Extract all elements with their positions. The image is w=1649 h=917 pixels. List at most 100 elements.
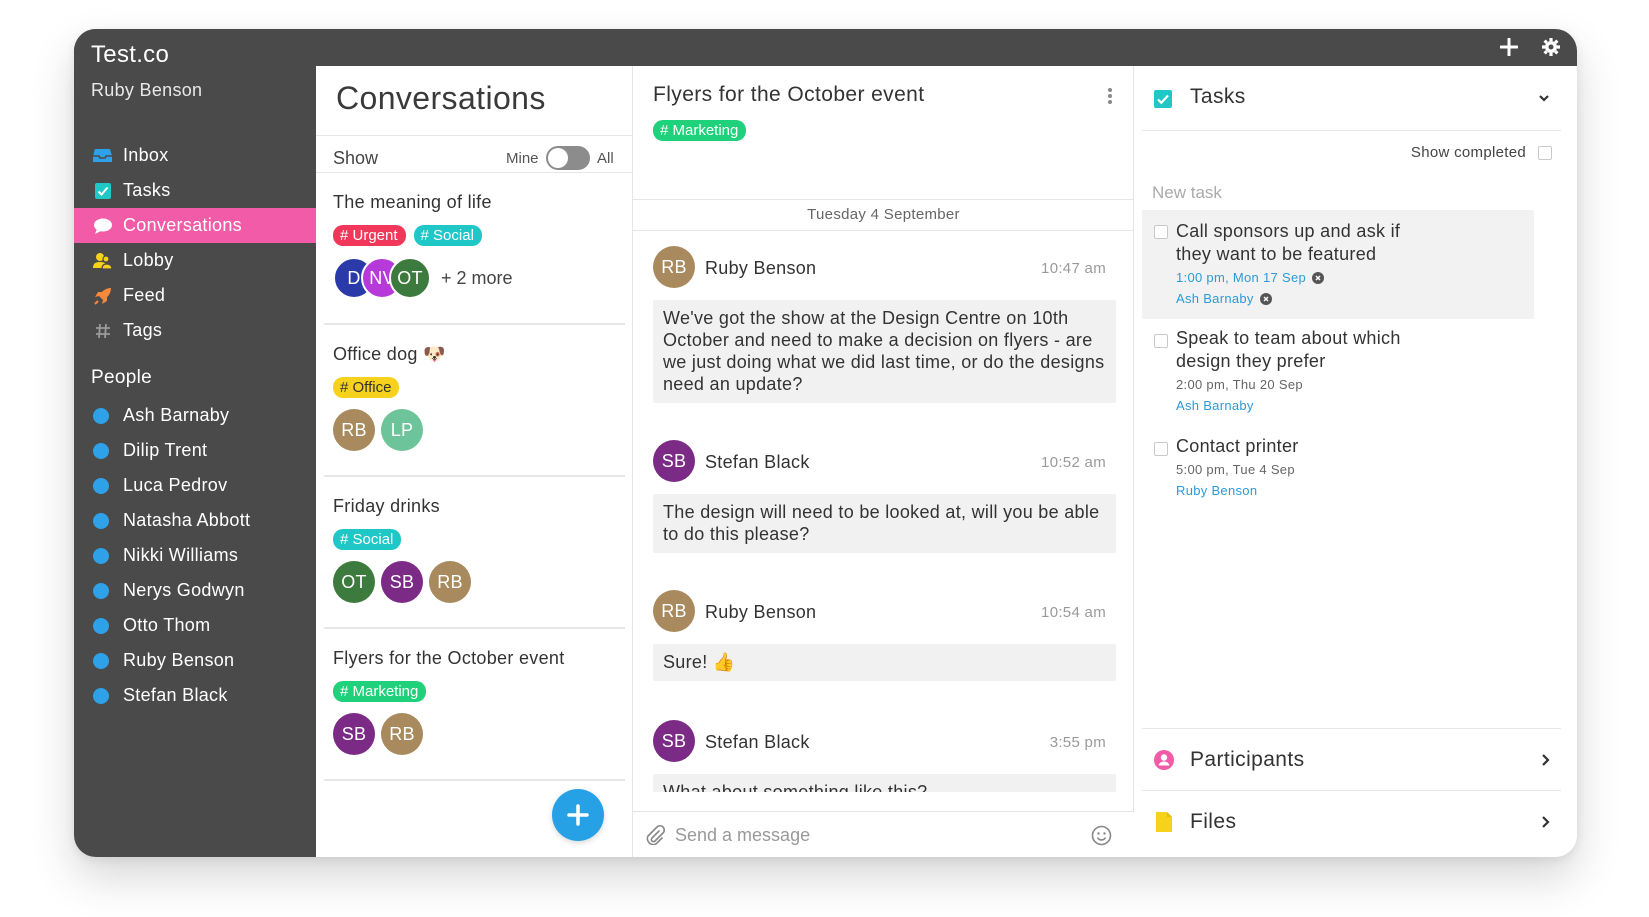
person-name: Ruby Benson [123,650,235,670]
tag-badge[interactable]: # Social [413,225,482,246]
tag-list: # Social [333,529,402,550]
task-checkbox[interactable] [1154,334,1168,348]
files-label: Files [1190,809,1237,833]
message-input[interactable] [675,822,1075,848]
person-icon [1154,749,1174,770]
task-checkbox[interactable] [1154,225,1168,239]
tag-badge[interactable]: # Marketing [333,681,427,702]
person-item[interactable]: Luca Pedrov [74,468,316,503]
plus-icon[interactable] [1497,35,1521,59]
task-title: Contact printer [1176,436,1299,456]
person-item[interactable]: Ash Barnaby [74,398,316,433]
task-assignee-text[interactable]: Ash Barnaby [1176,291,1254,306]
show-completed-checkbox[interactable] [1538,145,1552,160]
show-label: Show [333,148,379,168]
participants-row[interactable]: Participants [1142,728,1561,790]
toggle-all-label: All [597,150,614,167]
chevron-right-icon [1539,753,1551,767]
task-assignee: Ruby Benson [1176,483,1524,498]
new-conversation-button[interactable] [552,789,604,841]
person-item[interactable]: Nikki Williams [74,538,316,573]
message-time: 10:54 am [1041,604,1106,621]
sidebar-item-label: Inbox [123,145,169,165]
task-due-text: 5:00 pm, Tue 4 Sep [1176,462,1295,477]
conversation-item[interactable]: Friday drinks # Social OT SB RB [324,477,625,629]
files-row[interactable]: Files [1142,790,1561,852]
show-filter-row: Show Mine All [316,135,633,173]
avatar: SB [653,720,695,762]
participant-avatars: RB LP [333,409,429,451]
task-checkbox[interactable] [1154,442,1168,456]
tasks-header[interactable]: Tasks [1142,66,1561,131]
tag-badge[interactable]: # Urgent [333,225,406,246]
thread-title: Flyers for the October event [653,83,925,106]
paperclip-icon[interactable] [645,824,666,846]
avatar: OT [389,257,431,299]
mine-all-toggle[interactable] [546,146,590,170]
task-item[interactable]: Contact printer 5:00 pm, Tue 4 Sep Ruby … [1142,427,1534,517]
task-assignee: Ash Barnaby [1176,291,1524,306]
task-item[interactable]: Call sponsors up and ask if they want to… [1142,210,1534,319]
message-header: SB Stefan Black 3:55 pm [653,720,1116,764]
tag-badge[interactable]: # Marketing [653,120,747,141]
date-divider: Tuesday 4 September [633,199,1134,231]
people-icon [93,251,112,270]
show-completed-toggle[interactable]: Show completed [1411,144,1552,161]
sidebar-item-tags[interactable]: Tags [74,313,316,348]
presence-dot [93,547,109,564]
avatar: LP [381,409,423,451]
person-name: Stefan Black [123,685,228,705]
message-header: RB Ruby Benson 10:47 am [653,246,1116,290]
sidebar-item-feed[interactable]: Feed [74,278,316,313]
task-item[interactable]: Speak to team about which design they pr… [1142,319,1534,427]
presence-dot [93,687,109,704]
hash-icon [93,321,112,340]
task-assignee-text[interactable]: Ash Barnaby [1176,398,1254,413]
sidebar-item-inbox[interactable]: Inbox [74,138,316,173]
message-body: We've got the show at the Design Centre … [653,300,1116,403]
person-item[interactable]: Nerys Godwyn [74,573,316,608]
presence-dot [93,582,109,599]
message-composer [633,811,1134,857]
person-item[interactable]: Stefan Black [74,678,316,713]
task-assignee: Ash Barnaby [1176,398,1524,413]
more-vertical-icon[interactable] [1105,86,1115,106]
person-item[interactable]: Ruby Benson [74,643,316,678]
person-item[interactable]: Dilip Trent [74,433,316,468]
clear-icon[interactable] [1312,271,1324,284]
participant-avatars: OT SB RB [333,561,477,603]
avatar: RB [653,246,695,288]
conversation-item[interactable]: Flyers for the October event # Marketing… [324,629,625,781]
message-author: Ruby Benson [705,602,817,622]
message-header: SB Stefan Black 10:52 am [653,440,1116,484]
sidebar-item-conversations[interactable]: Conversations [74,208,316,243]
tag-badge[interactable]: # Office [333,377,400,398]
smiley-icon[interactable] [1091,825,1112,846]
message-header: RB Ruby Benson 10:54 am [653,590,1116,634]
person-item[interactable]: Otto Thom [74,608,316,643]
task-assignee-text[interactable]: Ruby Benson [1176,483,1257,498]
person-name: Natasha Abbott [123,510,251,530]
presence-dot [93,652,109,669]
chevron-down-icon[interactable] [1537,91,1551,105]
conversation-item[interactable]: The meaning of life # Urgent # Social D … [324,173,625,325]
participants-label: Participants [1190,747,1305,771]
more-participants: + 2 more [441,267,513,288]
tag-badge[interactable]: # Social [333,529,402,550]
avatar: SB [333,713,375,755]
person-item[interactable]: Natasha Abbott [74,503,316,538]
message-author: Stefan Black [705,732,810,752]
sidebar-item-tasks[interactable]: Tasks [74,173,316,208]
sidebar-item-lobby[interactable]: Lobby [74,243,316,278]
avatar: RB [381,713,423,755]
clear-icon[interactable] [1259,292,1272,305]
sidebar-item-label: Tags [123,320,163,340]
conversation-name: The meaning of life [333,192,492,212]
conversation-item[interactable]: Office dog 🐶 # Office RB LP [324,325,625,477]
conversation-name: Flyers for the October event [333,648,565,668]
presence-dot [93,442,109,459]
message-author: Stefan Black [705,452,810,472]
avatar: RB [653,590,695,632]
new-task-input[interactable] [1152,183,1532,203]
gear-icon[interactable] [1539,35,1563,59]
